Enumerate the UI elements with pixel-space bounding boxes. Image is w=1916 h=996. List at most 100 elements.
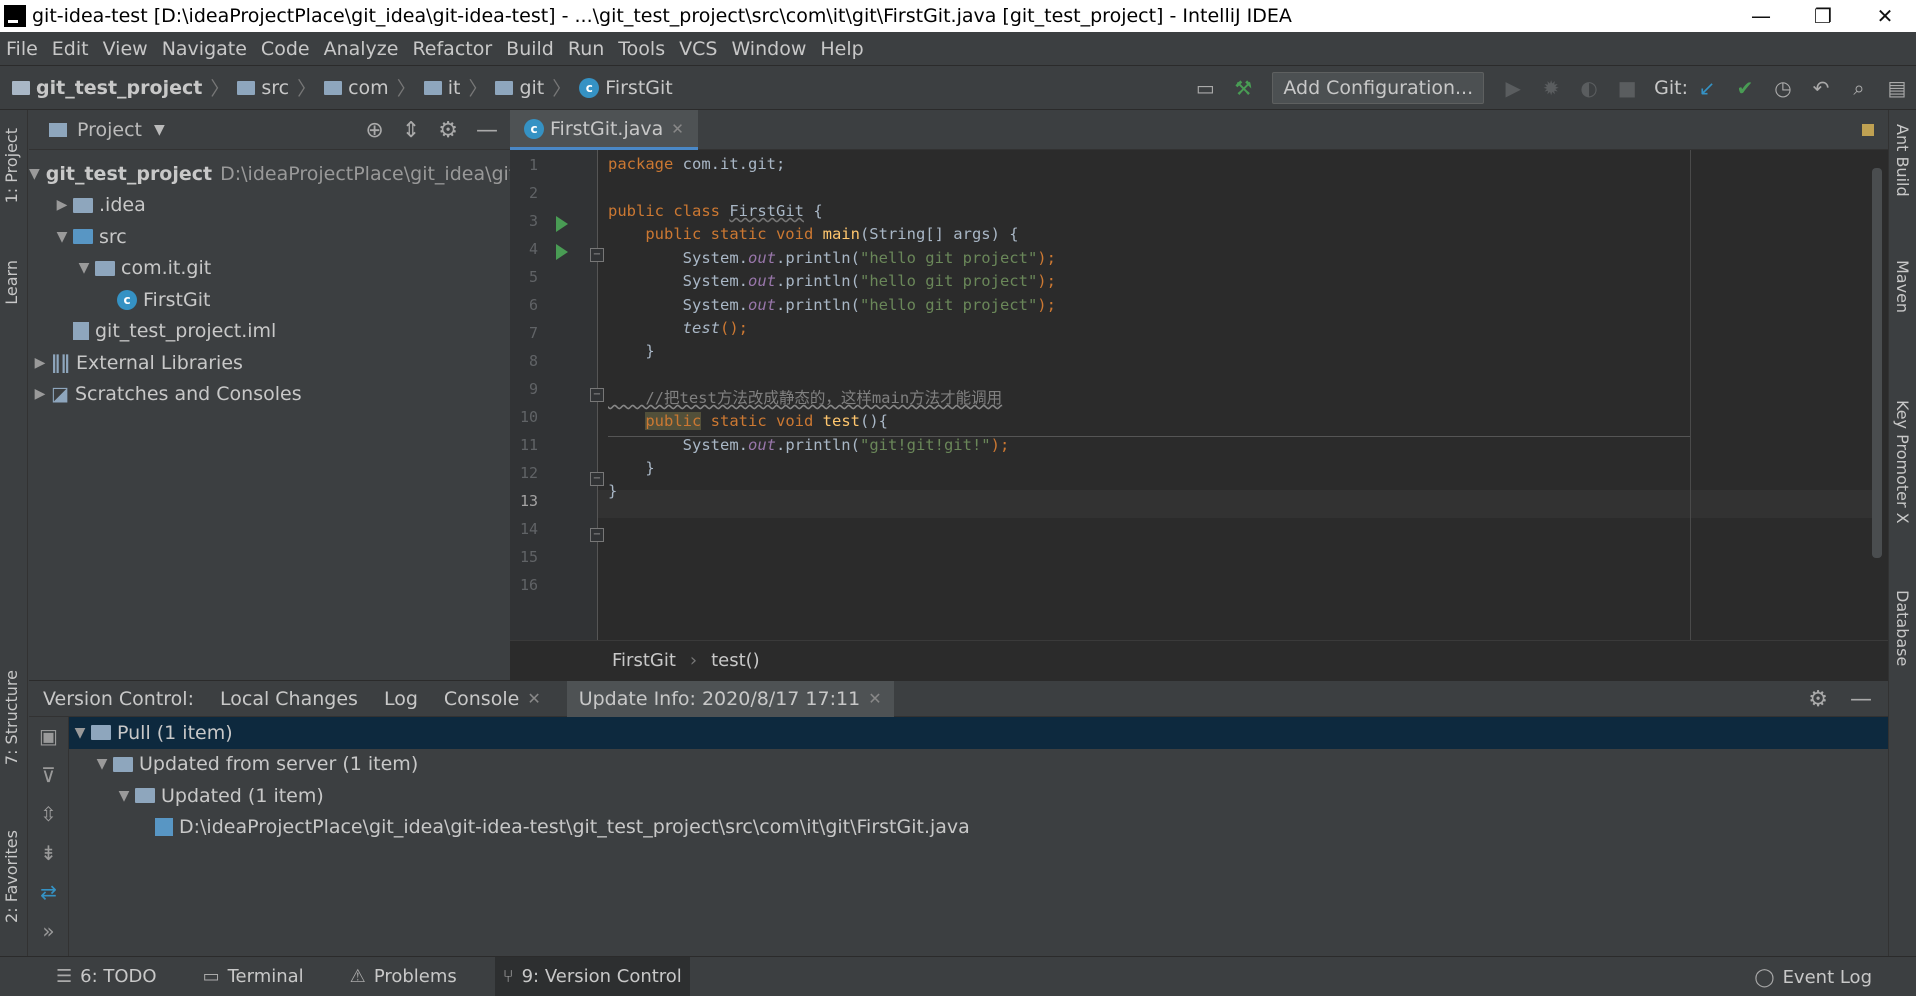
locate-file-icon[interactable]: ⊕ [365,118,383,143]
fold-icon[interactable]: − [590,472,604,486]
collapse-all-icon[interactable]: ⇟ [29,834,68,873]
project-panel-title[interactable]: Project [77,119,142,141]
expand-arrow-icon[interactable]: ▶ [51,197,73,213]
expand-arrow-icon[interactable]: ▼ [91,756,113,772]
tool-tab-structure[interactable]: 7: Structure [2,670,21,765]
debug-icon[interactable]: ✹ [1537,76,1565,100]
expand-arrow-icon[interactable]: ▶ [29,355,51,371]
git-rollback-icon[interactable]: ↶ [1807,76,1835,100]
gear-icon[interactable]: ⚙ [438,118,458,143]
tree-item-iml[interactable]: git_test_project.iml [29,316,510,348]
build-hammer-icon[interactable]: ⚒ [1229,76,1257,100]
close-tab-icon[interactable]: ✕ [868,689,881,708]
tree-item-package[interactable]: ▼ com.it.git [29,253,510,285]
chevron-down-icon[interactable]: ▼ [154,122,165,138]
close-tab-icon[interactable]: ✕ [671,120,684,138]
menu-tools[interactable]: Tools [618,38,665,60]
hide-panel-icon[interactable]: — [476,118,498,143]
tree-item-class[interactable]: c FirstGit [29,284,510,316]
tree-item-libraries[interactable]: ▶ ∥∥ External Libraries [29,347,510,379]
tree-row-server[interactable]: ▼ Updated from server (1 item) [69,749,1888,781]
restore-button[interactable]: ❐ [1792,0,1854,32]
expand-all-icon[interactable]: ⇳ [29,795,68,834]
git-commit-icon[interactable]: ✔ [1731,76,1759,100]
editor-crumb-class[interactable]: FirstGit [612,650,676,671]
tab-console[interactable]: Console ✕ [444,688,541,710]
tree-row-updated[interactable]: ▼ Updated (1 item) [69,780,1888,812]
menu-analyze[interactable]: Analyze [324,38,399,60]
filter-icon[interactable]: ⊽ [29,756,68,795]
tree-row-pull[interactable]: ▼ Pull (1 item) [69,717,1888,749]
tree-row-file[interactable]: D:\ideaProjectPlace\git_idea\git-idea-te… [69,812,1888,844]
gear-icon[interactable]: ⚙ [1808,687,1828,712]
tab-update-info[interactable]: Update Info: 2020/8/17 17:11 ✕ [566,680,894,717]
menu-view[interactable]: View [103,38,148,60]
menu-navigate[interactable]: Navigate [162,38,247,60]
search-everywhere-icon[interactable]: ⌕ [1845,76,1873,100]
add-configuration-button[interactable]: Add Configuration... [1272,72,1485,104]
menu-run[interactable]: Run [568,38,604,60]
menu-build[interactable]: Build [506,38,554,60]
hide-panel-icon[interactable]: — [1850,687,1872,712]
tool-tab-database[interactable]: Database [1893,590,1912,666]
more-icon[interactable]: » [29,912,68,951]
tool-tab-project[interactable]: 1: Project [2,128,21,203]
close-tab-icon[interactable]: ✕ [527,689,540,708]
menu-vcs[interactable]: VCS [679,38,717,60]
breadcrumb-project[interactable]: git_test_project [36,77,202,99]
menu-help[interactable]: Help [820,38,863,60]
breadcrumb-file[interactable]: FirstGit [605,77,672,99]
expand-arrow-icon[interactable]: ▼ [69,725,91,741]
collapse-all-icon[interactable]: ⇕ [402,118,420,143]
run-gutter-icon[interactable] [556,216,568,232]
tree-item-idea[interactable]: ▶ .idea [29,190,510,222]
editor-tab-firstgit[interactable]: c FirstGit.java ✕ [510,110,698,150]
run-gutter-icon[interactable] [556,244,568,260]
git-history-icon[interactable]: ◷ [1769,76,1797,100]
tool-tab-key-promoter[interactable]: Key Promoter X [1893,400,1912,524]
menu-code[interactable]: Code [261,38,310,60]
diff-icon[interactable]: ⇄ [29,873,68,912]
minimize-button[interactable]: — [1730,0,1792,32]
tree-item-scratches[interactable]: ▶ ◪ Scratches and Consoles [29,379,510,411]
project-structure-folder-icon[interactable]: ▤ [1883,76,1911,100]
expand-arrow-icon[interactable]: ▼ [29,166,40,182]
tool-tab-learn[interactable]: Learn [2,260,21,305]
breadcrumb-it[interactable]: it [448,77,461,99]
tool-tab-favorites[interactable]: 2: Favorites [2,830,21,923]
coverage-icon[interactable]: ◐ [1575,76,1603,100]
editor-crumb-method[interactable]: test() [711,650,760,671]
menu-refactor[interactable]: Refactor [412,38,492,60]
expand-arrow-icon[interactable]: ▶ [29,386,51,402]
menu-edit[interactable]: Edit [52,38,89,60]
expand-arrow-icon[interactable]: ▼ [73,260,95,276]
git-update-icon[interactable]: ↙ [1693,76,1721,100]
project-structure-icon[interactable]: ▭ [1191,76,1219,100]
code-area[interactable]: package com.it.git; public class FirstGi… [608,150,1878,640]
breadcrumb-com[interactable]: com [348,77,389,99]
analysis-status-icon[interactable] [1862,124,1874,136]
tab-log[interactable]: Log [384,688,418,710]
group-by-icon[interactable]: ▣ [29,717,68,756]
stop-icon[interactable]: ■ [1613,76,1641,100]
expand-arrow-icon[interactable]: ▼ [51,229,73,245]
fold-icon[interactable]: − [590,388,604,402]
tool-button-terminal[interactable]: ▭ Terminal [195,957,312,996]
tree-item-src[interactable]: ▼ src [29,221,510,253]
fold-icon[interactable]: − [590,248,604,262]
breadcrumb-src[interactable]: src [261,77,289,99]
tree-item-root[interactable]: ▼ git_test_project D:\ideaProjectPlace\g… [29,158,516,190]
vertical-scrollbar[interactable] [1872,168,1882,558]
tool-button-problems[interactable]: ⚠ Problems [342,957,465,996]
event-log-button[interactable]: ◯ Event Log [1754,957,1872,996]
close-window-button[interactable]: ✕ [1854,0,1916,32]
run-icon[interactable]: ▶ [1499,76,1527,100]
tool-tab-maven[interactable]: Maven [1893,260,1912,313]
breadcrumb-git[interactable]: git [519,77,544,99]
menu-window[interactable]: Window [731,38,806,60]
tool-tab-ant-build[interactable]: Ant Build [1893,124,1912,197]
fold-icon[interactable]: − [590,528,604,542]
tool-button-todo[interactable]: ☰ 6: TODO [48,957,165,996]
tool-button-version-control[interactable]: ⑂ 9: Version Control [494,956,690,996]
tab-local-changes[interactable]: Local Changes [220,688,358,710]
